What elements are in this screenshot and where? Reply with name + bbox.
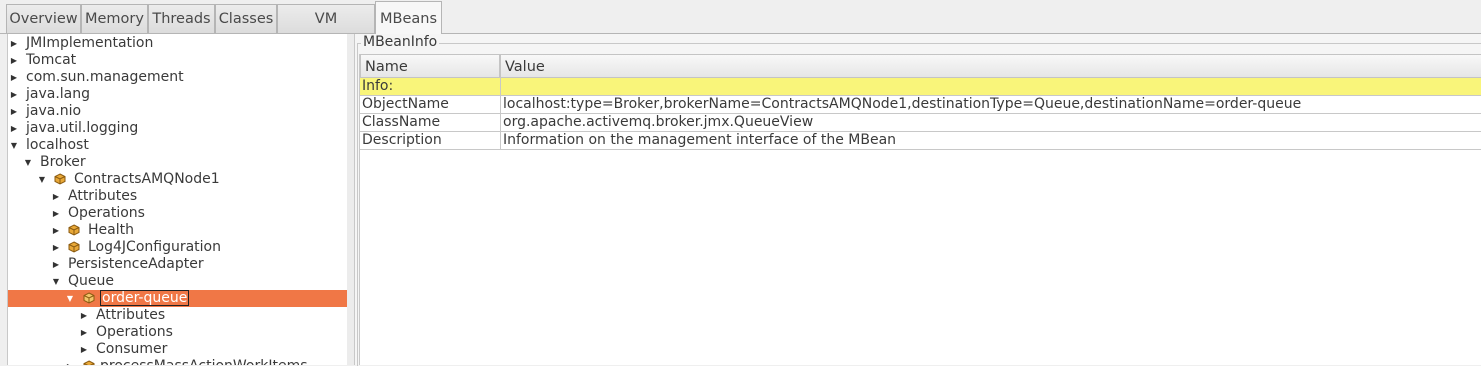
- tree-node-label: Tomcat: [26, 52, 77, 68]
- mbean-icon: [83, 360, 95, 365]
- row-name: ClassName: [362, 114, 441, 130]
- tree-node-localhost[interactable]: ▼ localhost: [8, 137, 347, 154]
- row-name: Info:: [362, 78, 394, 94]
- tree-node-contractsamqnode1[interactable]: ▼ ContractsAMQNode1: [8, 171, 347, 188]
- tab-classes[interactable]: Classes: [215, 4, 277, 33]
- collapsed-arrow-icon[interactable]: ▶: [79, 341, 89, 358]
- tree-node-operations[interactable]: ▶ Operations: [8, 205, 347, 222]
- collapsed-arrow-icon[interactable]: ▶: [9, 103, 19, 120]
- tree-node-label: Health: [88, 222, 134, 238]
- tree-node-label: Log4JConfiguration: [88, 239, 221, 255]
- tree-node-label: PersistenceAdapter: [68, 256, 204, 272]
- tree-node-label: Queue: [68, 273, 114, 289]
- row-name: Description: [362, 132, 442, 148]
- tree-node-label: java.lang: [26, 86, 91, 102]
- mbean-info-panel: MBeanInfo Name Value Info: ObjectName lo…: [355, 34, 1481, 366]
- tree-node-attributes[interactable]: ▶ Attributes: [8, 307, 347, 324]
- mbean-tree[interactable]: ▶ JMImplementation ▶ Tomcat ▶ com.sun.ma…: [7, 34, 348, 365]
- column-divider: [500, 114, 501, 132]
- tree-node-health[interactable]: ▶ Health: [8, 222, 347, 239]
- collapsed-arrow-icon[interactable]: ▶: [65, 358, 75, 365]
- tab-vm-summary[interactable]: VM Summary: [277, 4, 375, 56]
- tree-node-label: ContractsAMQNode1: [74, 171, 220, 187]
- tree-node-operations[interactable]: ▶ Operations: [8, 324, 347, 341]
- tree-node-broker[interactable]: ▼ Broker: [8, 154, 347, 171]
- tab-bar: Overview Memory Threads Classes VM Summa…: [0, 0, 1481, 56]
- tree-node-java-util-logging[interactable]: ▶ java.util.logging: [8, 120, 347, 137]
- tree-node-label: localhost: [26, 137, 89, 153]
- row-value: org.apache.activemq.broker.jmx.QueueView: [503, 114, 814, 130]
- collapsed-arrow-icon[interactable]: ▶: [51, 205, 61, 222]
- tree-node-label: Broker: [40, 154, 86, 170]
- mbean-info-table: Name Value Info: ObjectName localhost:ty…: [359, 54, 1481, 365]
- collapsed-arrow-icon[interactable]: ▶: [51, 188, 61, 205]
- tree-node-label: Operations: [68, 205, 145, 221]
- mbean-info-title: MBeanInfo: [361, 34, 440, 51]
- expanded-arrow-icon[interactable]: ▼: [9, 137, 19, 154]
- mbean-icon: [68, 241, 80, 253]
- collapsed-arrow-icon[interactable]: ▶: [9, 86, 19, 103]
- expanded-arrow-icon[interactable]: ▼: [51, 273, 61, 290]
- collapsed-arrow-icon[interactable]: ▶: [51, 239, 61, 256]
- split-pane-divider[interactable]: [347, 34, 355, 365]
- mbean-icon: [68, 224, 80, 236]
- tree-node-label: Attributes: [68, 188, 138, 204]
- collapsed-arrow-icon[interactable]: ▶: [9, 120, 19, 137]
- tree-node-persistenceadapter[interactable]: ▶ PersistenceAdapter: [8, 256, 347, 273]
- collapsed-arrow-icon[interactable]: ▶: [79, 307, 89, 324]
- tree-node-label: java.nio: [26, 103, 82, 119]
- tree-node-label: com.sun.management: [26, 69, 184, 85]
- tree-node-order-queue[interactable]: ▼ order-queue: [8, 290, 347, 307]
- mbean-icon: [83, 292, 95, 304]
- row-value: localhost:type=Broker,brokerName=Contrac…: [503, 96, 1302, 112]
- column-divider: [500, 78, 501, 96]
- collapsed-arrow-icon[interactable]: ▶: [9, 35, 19, 52]
- tree-node-label: java.util.logging: [26, 120, 139, 136]
- collapsed-arrow-icon[interactable]: ▶: [9, 52, 19, 69]
- tree-node-processmassactionworkitems[interactable]: ▶ processMassActionWorkItems: [8, 358, 347, 365]
- table-row[interactable]: ClassName org.apache.activemq.broker.jmx…: [360, 114, 1481, 132]
- column-header-value[interactable]: Value: [500, 54, 1481, 78]
- tree-node-java-lang[interactable]: ▶ java.lang: [8, 86, 347, 103]
- tree-node-label: order-queue: [100, 290, 190, 306]
- tree-node-queue[interactable]: ▼ Queue: [8, 273, 347, 290]
- tab-mbeans[interactable]: MBeans: [375, 1, 442, 34]
- expanded-arrow-icon[interactable]: ▼: [23, 154, 33, 171]
- tree-node-jmimplementation[interactable]: ▶ JMImplementation: [8, 35, 347, 52]
- tree-node-attributes[interactable]: ▶ Attributes: [8, 188, 347, 205]
- column-divider: [500, 96, 501, 114]
- mbean-icon: [54, 173, 66, 185]
- tree-node-consumer[interactable]: ▶ Consumer: [8, 341, 347, 358]
- column-header-name[interactable]: Name: [360, 54, 500, 78]
- tree-node-label: Consumer: [96, 341, 168, 357]
- expanded-arrow-icon[interactable]: ▼: [65, 290, 75, 307]
- tree-node-java-nio[interactable]: ▶ java.nio: [8, 103, 347, 120]
- tab-threads[interactable]: Threads: [148, 4, 215, 33]
- tree-node-log4jconfiguration[interactable]: ▶ Log4JConfiguration: [8, 239, 347, 256]
- table-row[interactable]: Info:: [360, 78, 1481, 96]
- collapsed-arrow-icon[interactable]: ▶: [79, 324, 89, 341]
- collapsed-arrow-icon[interactable]: ▶: [9, 69, 19, 86]
- table-row[interactable]: Description Information on the managemen…: [360, 132, 1481, 150]
- tree-node-com-sun-management[interactable]: ▶ com.sun.management: [8, 69, 347, 86]
- tab-overview[interactable]: Overview: [6, 4, 81, 33]
- table-row[interactable]: ObjectName localhost:type=Broker,brokerN…: [360, 96, 1481, 114]
- tab-memory[interactable]: Memory: [81, 4, 148, 33]
- tree-node-tomcat[interactable]: ▶ Tomcat: [8, 52, 347, 69]
- column-divider: [500, 132, 501, 150]
- collapsed-arrow-icon[interactable]: ▶: [51, 222, 61, 239]
- tree-node-label: processMassActionWorkItems: [100, 358, 308, 365]
- row-value: Information on the management interface …: [503, 132, 897, 148]
- tree-node-label: Operations: [96, 324, 173, 340]
- expanded-arrow-icon[interactable]: ▼: [37, 171, 47, 188]
- row-name: ObjectName: [362, 96, 449, 112]
- collapsed-arrow-icon[interactable]: ▶: [51, 256, 61, 273]
- tree-node-label: JMImplementation: [26, 35, 154, 51]
- tree-node-label: Attributes: [96, 307, 166, 323]
